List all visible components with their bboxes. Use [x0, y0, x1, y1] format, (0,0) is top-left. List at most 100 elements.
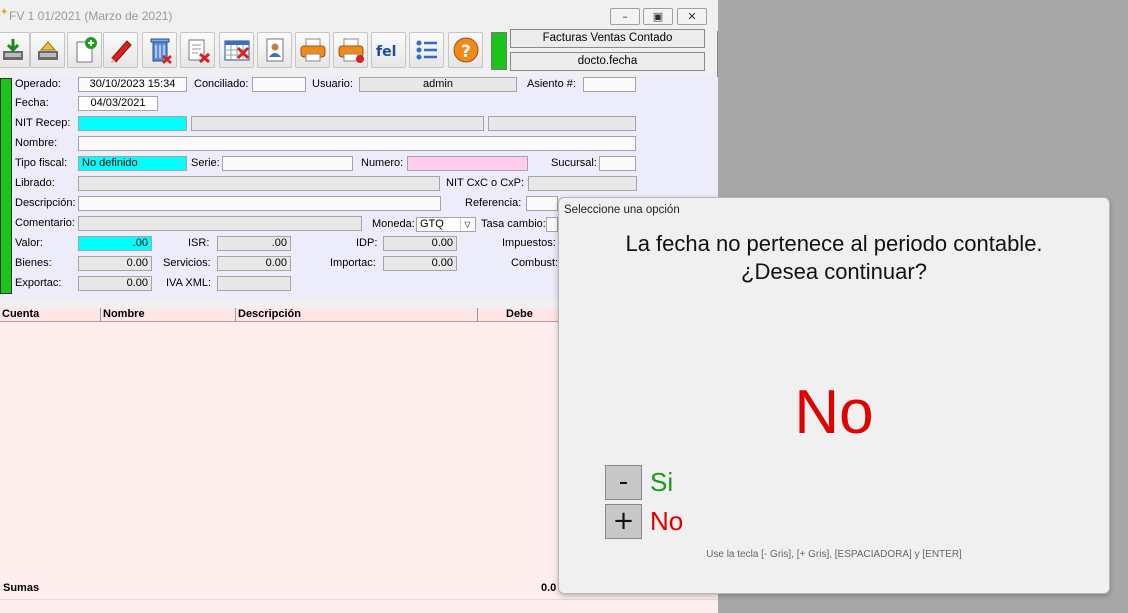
app-icon: ✦	[0, 7, 9, 18]
fecha-label: Fecha:	[15, 97, 49, 109]
importac-field[interactable]: 0.00	[383, 256, 457, 271]
download-button[interactable]	[0, 32, 30, 68]
moneda-select[interactable]: GTQ ▽	[416, 217, 476, 232]
contact-button[interactable]	[257, 32, 292, 68]
numero-field[interactable]	[407, 156, 528, 171]
help-glyph: ?	[461, 42, 471, 62]
maximize-icon: ▣	[652, 10, 664, 23]
serie-field[interactable]	[222, 156, 353, 171]
sucursal-field[interactable]	[599, 156, 636, 171]
column-header-cuenta[interactable]: Cuenta	[0, 308, 101, 322]
isr-field[interactable]: .00	[217, 236, 291, 251]
numero-label: Numero:	[361, 157, 404, 169]
selected-option-display: No	[794, 378, 874, 447]
asiento-field[interactable]	[583, 77, 636, 92]
asiento-label: Asiento #:	[527, 78, 576, 90]
nit-cxc-field[interactable]	[528, 176, 637, 191]
calendar-delete-button[interactable]	[219, 32, 254, 68]
nit-extra-field-2[interactable]	[488, 116, 636, 131]
iva-xml-field[interactable]	[217, 276, 291, 291]
sums-value: 0.0	[541, 582, 557, 594]
column-header-nombre[interactable]: Nombre	[101, 308, 236, 322]
conciliado-field[interactable]	[252, 77, 306, 92]
option-no-button[interactable]: +	[605, 504, 642, 539]
idp-field[interactable]: 0.00	[383, 236, 457, 251]
print-button[interactable]	[295, 32, 330, 68]
contact-icon	[266, 38, 284, 62]
bienes-field[interactable]: 0.00	[78, 256, 152, 271]
list-button[interactable]	[409, 32, 444, 68]
librado-label: Librado:	[15, 177, 55, 189]
sums-label: Sumas	[3, 582, 40, 594]
fecha-field[interactable]: 04/03/2021	[78, 96, 158, 111]
referencia-field[interactable]	[526, 196, 558, 211]
tipo-fiscal-label: Tipo fiscal:	[15, 157, 68, 169]
valor-field[interactable]: .00	[78, 236, 152, 251]
column-header-descripcion[interactable]: Descripción	[236, 308, 478, 322]
fel-icon: fel	[376, 44, 396, 60]
servicios-label: Servicios:	[163, 257, 211, 269]
bienes-label: Bienes:	[15, 257, 52, 269]
nit-label: NIT Recep:	[15, 117, 71, 129]
upload-icon	[38, 41, 58, 60]
upload-button[interactable]	[30, 32, 65, 68]
nit-field[interactable]	[78, 116, 187, 131]
minimize-button[interactable]: –	[610, 8, 640, 25]
help-button[interactable]: ?	[448, 32, 483, 68]
doc-type-box: Facturas Ventas Contado	[510, 29, 705, 48]
usuario-field[interactable]: admin	[359, 77, 517, 92]
comentario-field[interactable]	[78, 216, 362, 231]
iva-xml-label: IVA XML:	[166, 277, 212, 289]
edit-button[interactable]	[103, 32, 138, 68]
print-icon	[300, 38, 326, 62]
referencia-label: Referencia:	[465, 197, 522, 209]
close-icon: ✕	[687, 10, 697, 23]
option-yes-label[interactable]: Si	[650, 465, 673, 500]
librado-field[interactable]	[78, 176, 440, 191]
option-yes-button[interactable]: -	[605, 465, 642, 500]
nit-cxc-label: NIT CxC o CxP:	[446, 177, 525, 189]
edit-icon	[111, 40, 132, 63]
help-icon: ?	[453, 37, 479, 63]
bottom-strip	[0, 599, 718, 613]
exportac-field[interactable]: 0.00	[78, 276, 152, 291]
operado-field[interactable]: 30/10/2023 15:34	[78, 77, 187, 92]
new-doc-icon	[76, 37, 97, 63]
cancel-doc-button[interactable]	[180, 32, 215, 68]
status-indicator	[491, 32, 507, 70]
fel-button[interactable]: fel	[371, 32, 406, 68]
new-doc-button[interactable]	[67, 32, 102, 68]
chevron-down-icon: ▽	[460, 218, 474, 231]
tasa-label: Tasa cambio:	[481, 218, 546, 230]
usuario-label: Usuario:	[312, 78, 353, 90]
minimize-icon: –	[622, 10, 628, 23]
tipo-fiscal-field[interactable]: No definido	[78, 156, 187, 171]
list-icon	[416, 40, 437, 60]
descripcion-field[interactable]	[78, 196, 441, 211]
moneda-value: GTQ	[420, 218, 444, 230]
option-no-label[interactable]: No	[650, 504, 683, 539]
tasa-field[interactable]	[546, 217, 558, 232]
valor-label: Valor:	[15, 237, 43, 249]
delete-icon	[150, 38, 172, 64]
nombre-field[interactable]	[78, 136, 636, 151]
delete-button[interactable]	[142, 32, 177, 68]
dialog-title: Seleccione una opción	[564, 204, 680, 216]
cancel-doc-icon	[188, 39, 210, 64]
servicios-field[interactable]: 0.00	[217, 256, 291, 271]
title-bar: ✦ FV 1 01/2021 (Marzo de 2021) – ▣ ✕	[0, 0, 718, 31]
maximize-button[interactable]: ▣	[643, 8, 673, 25]
dialog-message-line2: ¿Desea continuar?	[741, 259, 927, 284]
moneda-label: Moneda:	[372, 218, 415, 230]
confirm-dialog: Seleccione una opción La fecha no perten…	[558, 197, 1110, 594]
keyboard-hint: Use la tecla [- Gris], [+ Gris], [ESPACI…	[706, 549, 962, 560]
close-button[interactable]: ✕	[677, 8, 707, 25]
print-alt-icon	[338, 38, 364, 63]
print-alt-button[interactable]	[333, 32, 368, 68]
calendar-delete-icon	[224, 40, 250, 61]
form-status-bar	[0, 78, 12, 294]
combust-label: Combust:	[511, 257, 559, 269]
nit-extra-field-1[interactable]	[191, 116, 484, 131]
operado-label: Operado:	[15, 78, 61, 90]
serie-label: Serie:	[191, 157, 220, 169]
